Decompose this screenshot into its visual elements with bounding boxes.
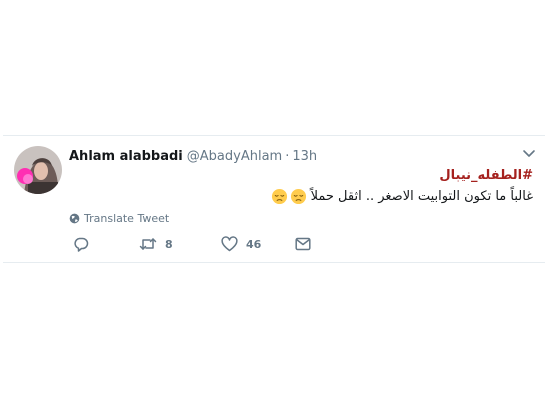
translate-tweet-label: Translate Tweet bbox=[84, 212, 170, 225]
like-count: 46 bbox=[246, 237, 262, 251]
translate-tweet-link[interactable]: Translate Tweet bbox=[69, 212, 169, 225]
pensive-face-icon bbox=[290, 188, 306, 205]
reply-button[interactable] bbox=[73, 234, 89, 254]
pensive-face-icon bbox=[271, 188, 287, 205]
chevron-down-icon[interactable] bbox=[522, 148, 536, 160]
avatar[interactable] bbox=[14, 146, 62, 194]
retweet-icon bbox=[139, 238, 157, 250]
reply-icon bbox=[74, 237, 89, 252]
author-name[interactable]: Ahlam alabbadi bbox=[69, 149, 183, 164]
retweet-button[interactable]: 8 bbox=[139, 234, 173, 254]
tweet-text: غالباً ما تكون التوابيت الاصغر .. اثقل ح… bbox=[269, 188, 533, 205]
retweet-count: 8 bbox=[165, 237, 173, 251]
author-handle[interactable]: @AbadyAhlam bbox=[187, 149, 282, 164]
tweet-card[interactable]: Ahlam alabbadi @AbadyAhlam · 13h #الطفله… bbox=[3, 135, 545, 263]
envelope-icon bbox=[295, 237, 311, 251]
heart-icon bbox=[221, 236, 238, 252]
tweet-timestamp[interactable]: 13h bbox=[292, 149, 317, 164]
globe-icon bbox=[69, 213, 80, 224]
tweet-text-body: غالباً ما تكون التوابيت الاصغر .. اثقل ح… bbox=[310, 189, 533, 204]
tweet-header: Ahlam alabbadi @AbadyAhlam · 13h bbox=[69, 147, 317, 165]
header-separator: · bbox=[285, 148, 290, 164]
direct-message-button[interactable] bbox=[295, 234, 311, 254]
avatar-image bbox=[14, 146, 62, 194]
tweet-actions: 8 46 bbox=[69, 234, 319, 254]
like-button[interactable]: 46 bbox=[221, 234, 261, 254]
hashtag-link[interactable]: #الطفله_نيبال bbox=[439, 168, 533, 183]
